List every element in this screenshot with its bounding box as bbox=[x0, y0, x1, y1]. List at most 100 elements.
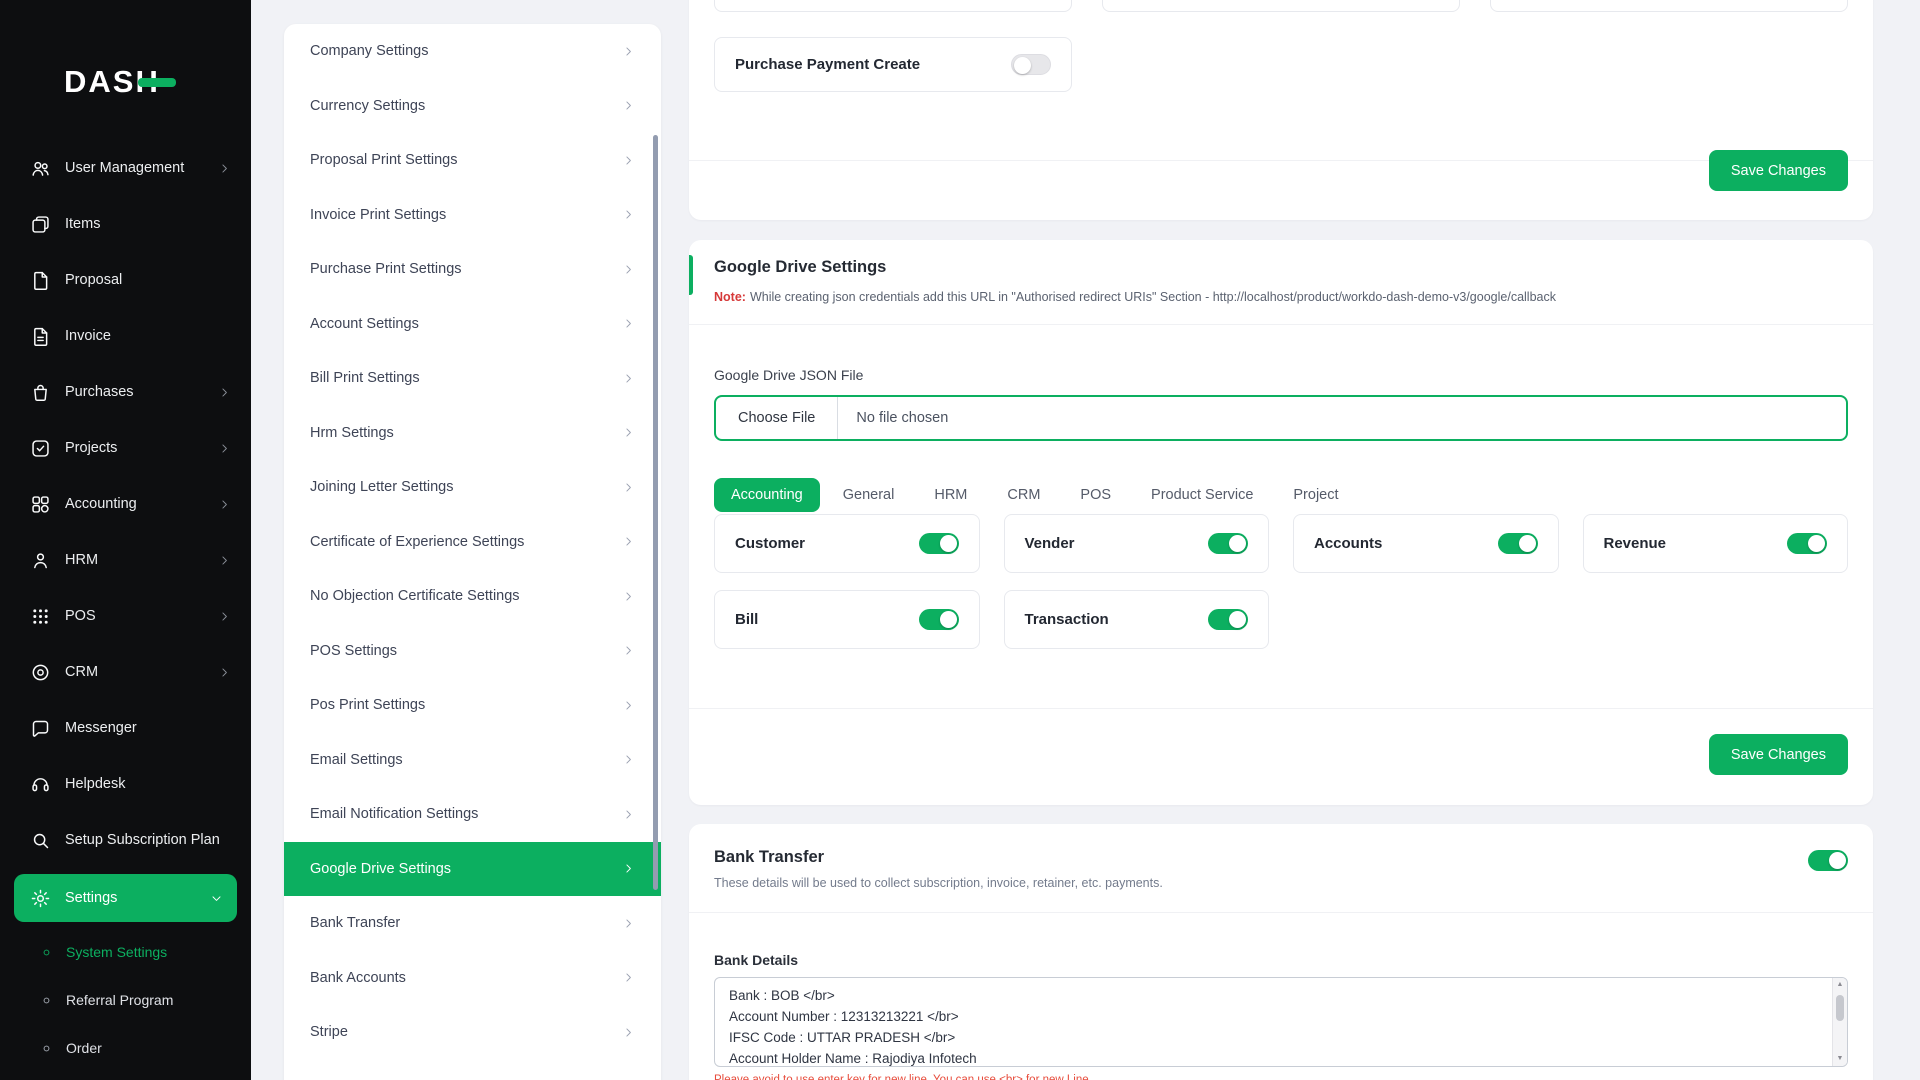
settings-nav-item-company-settings[interactable]: Company Settings bbox=[284, 24, 661, 79]
divider bbox=[689, 708, 1873, 709]
module-toggle-box-bill: Bill bbox=[714, 590, 980, 649]
settings-nav-scrollbar[interactable] bbox=[653, 135, 658, 890]
chevron-right-icon bbox=[622, 644, 635, 657]
sidebar-item-label: Proposal bbox=[65, 271, 123, 288]
settings-nav-item-label: Email Notification Settings bbox=[310, 806, 479, 823]
scrollbar-up-arrow[interactable]: ▲ bbox=[1837, 981, 1844, 989]
vender-toggle[interactable] bbox=[1208, 533, 1248, 554]
sidebar-item-crm[interactable]: CRM bbox=[0, 644, 251, 700]
tab-project[interactable]: Project bbox=[1276, 478, 1355, 512]
google-drive-json-file-label: Google Drive JSON File bbox=[714, 367, 864, 383]
settings-nav-item-label: Purchase Print Settings bbox=[310, 261, 462, 278]
app-logo[interactable]: DASH bbox=[64, 64, 176, 100]
sidebar-item-settings[interactable]: Settings bbox=[14, 874, 237, 922]
sidebar-subitem-referral-program[interactable]: Referral Program bbox=[0, 976, 251, 1024]
chevron-right-icon bbox=[622, 699, 635, 712]
settings-nav-item-label: Company Settings bbox=[310, 43, 429, 60]
settings-nav-item-hrm-settings[interactable]: Hrm Settings bbox=[284, 406, 661, 461]
toggle-knob bbox=[1014, 57, 1031, 74]
tab-crm[interactable]: CRM bbox=[990, 478, 1057, 512]
sidebar-item-setup-subscription-plan[interactable]: Setup Subscription Plan bbox=[0, 812, 251, 868]
settings-nav-item-bank-accounts[interactable]: Bank Accounts bbox=[284, 951, 661, 1006]
module-toggle-box-accounts: Accounts bbox=[1293, 514, 1559, 573]
save-changes-button[interactable]: Save Changes bbox=[1708, 150, 1848, 191]
settings-nav-item-invoice-print-settings[interactable]: Invoice Print Settings bbox=[284, 188, 661, 243]
sidebar-subitem-order[interactable]: Order bbox=[0, 1024, 251, 1072]
sidebar-item-purchases[interactable]: Purchases bbox=[0, 364, 251, 420]
pos-icon bbox=[30, 606, 51, 627]
module-toggle-label: Bill bbox=[735, 611, 759, 628]
sidebar-item-projects[interactable]: Projects bbox=[0, 420, 251, 476]
tab-pos[interactable]: POS bbox=[1063, 478, 1128, 512]
tab-hrm[interactable]: HRM bbox=[917, 478, 984, 512]
settings-icon bbox=[30, 888, 51, 909]
sidebar-item-items[interactable]: Items bbox=[0, 196, 251, 252]
chevron-right-icon bbox=[622, 45, 635, 58]
textarea-scrollbar[interactable]: ▲ ▼ bbox=[1832, 978, 1847, 1066]
scrollbar-down-arrow[interactable]: ▼ bbox=[1837, 1055, 1844, 1063]
settings-nav-item-google-drive-settings[interactable]: Google Drive Settings bbox=[284, 841, 661, 896]
settings-nav-item-bank-transfer[interactable]: Bank Transfer bbox=[284, 896, 661, 951]
settings-nav-item-label: No Objection Certificate Settings bbox=[310, 588, 520, 605]
bank-transfer-toggle[interactable] bbox=[1808, 850, 1848, 871]
projects-icon bbox=[30, 438, 51, 459]
accounts-toggle[interactable] bbox=[1497, 533, 1538, 554]
module-toggle-label: Customer bbox=[735, 535, 806, 552]
settings-nav-item-account-settings[interactable]: Account Settings bbox=[284, 297, 661, 352]
sidebar-item-label: CRM bbox=[65, 663, 99, 680]
sidebar-item-invoice[interactable]: Invoice bbox=[0, 308, 251, 364]
bill-toggle[interactable] bbox=[918, 609, 959, 630]
settings-nav-item-certificate-of-experience-settings[interactable]: Certificate of Experience Settings bbox=[284, 515, 661, 570]
sidebar-item-proposal[interactable]: Proposal bbox=[0, 252, 251, 308]
toggle-knob bbox=[1229, 535, 1246, 552]
revenue-toggle[interactable] bbox=[1787, 533, 1827, 554]
dot-icon bbox=[40, 994, 53, 1007]
bank-details-textarea[interactable]: Bank : BOB </br> Account Number : 123132… bbox=[715, 978, 1832, 1066]
sidebar-subitem-system-settings[interactable]: System Settings bbox=[0, 928, 251, 976]
settings-nav-item-email-notification-settings[interactable]: Email Notification Settings bbox=[284, 787, 661, 842]
settings-nav-item-label: Account Settings bbox=[310, 315, 419, 332]
partial-toggle-box bbox=[714, 0, 1072, 12]
settings-nav-item-bill-print-settings[interactable]: Bill Print Settings bbox=[284, 351, 661, 406]
main-content: Purchase Payment Create Save Changes Goo… bbox=[689, 0, 1873, 1080]
sidebar-subitem-label: Order bbox=[66, 1040, 102, 1056]
proposal-icon bbox=[30, 270, 51, 291]
choose-file-button[interactable]: Choose File bbox=[716, 397, 839, 439]
settings-nav-item-label: Stripe bbox=[310, 1024, 348, 1041]
sidebar-item-messenger[interactable]: Messenger bbox=[0, 700, 251, 756]
tab-general[interactable]: General bbox=[826, 478, 912, 512]
sidebar-item-label: Messenger bbox=[65, 719, 137, 736]
settings-nav-item-stripe[interactable]: Stripe bbox=[284, 1005, 661, 1060]
settings-nav-item-proposal-print-settings[interactable]: Proposal Print Settings bbox=[284, 133, 661, 188]
settings-nav-item-pos-print-settings[interactable]: Pos Print Settings bbox=[284, 678, 661, 733]
tab-product-service[interactable]: Product Service bbox=[1134, 478, 1270, 512]
card-accent-bar bbox=[689, 255, 693, 295]
sidebar-item-hrm[interactable]: HRM bbox=[0, 532, 251, 588]
google-drive-json-file-input[interactable]: Choose File No file chosen bbox=[714, 395, 1848, 441]
scrollbar-thumb[interactable] bbox=[1836, 995, 1844, 1021]
settings-nav-item-label: Pos Print Settings bbox=[310, 697, 426, 714]
settings-nav-item-label: Bank Transfer bbox=[310, 915, 401, 932]
settings-nav-item-email-settings[interactable]: Email Settings bbox=[284, 733, 661, 788]
settings-nav-item-label: Currency Settings bbox=[310, 97, 426, 114]
customer-toggle[interactable] bbox=[918, 533, 959, 554]
transaction-toggle[interactable] bbox=[1208, 609, 1248, 630]
settings-nav-item-joining-letter-settings[interactable]: Joining Letter Settings bbox=[284, 460, 661, 515]
settings-nav-item-no-objection-certificate-settings[interactable]: No Objection Certificate Settings bbox=[284, 569, 661, 624]
settings-nav-item-purchase-print-settings[interactable]: Purchase Print Settings bbox=[284, 242, 661, 297]
tab-accounting[interactable]: Accounting bbox=[714, 478, 820, 512]
purchase-settings-card: Purchase Payment Create Save Changes bbox=[689, 0, 1873, 220]
sidebar-item-helpdesk[interactable]: Helpdesk bbox=[0, 756, 251, 812]
settings-nav-item-currency-settings[interactable]: Currency Settings bbox=[284, 79, 661, 134]
save-changes-button[interactable]: Save Changes bbox=[1708, 734, 1848, 775]
settings-nav-panel: Company Settings Currency Settings Proposa… bbox=[284, 24, 661, 1080]
purchase-payment-create-toggle[interactable] bbox=[1011, 54, 1051, 75]
sidebar-item-accounting[interactable]: Accounting bbox=[0, 476, 251, 532]
settings-nav-item-pos-settings[interactable]: POS Settings bbox=[284, 624, 661, 679]
settings-nav-item-label: POS Settings bbox=[310, 642, 398, 659]
sidebar-item-pos[interactable]: POS bbox=[0, 588, 251, 644]
sidebar-nav: User Management Items Proposal Invoice Purch… bbox=[0, 140, 251, 1072]
main-sidebar: DASH User Management Items Proposal Invoice… bbox=[0, 0, 251, 1080]
sidebar-item-user-management[interactable]: User Management bbox=[0, 140, 251, 196]
toggle-knob bbox=[1808, 535, 1825, 552]
